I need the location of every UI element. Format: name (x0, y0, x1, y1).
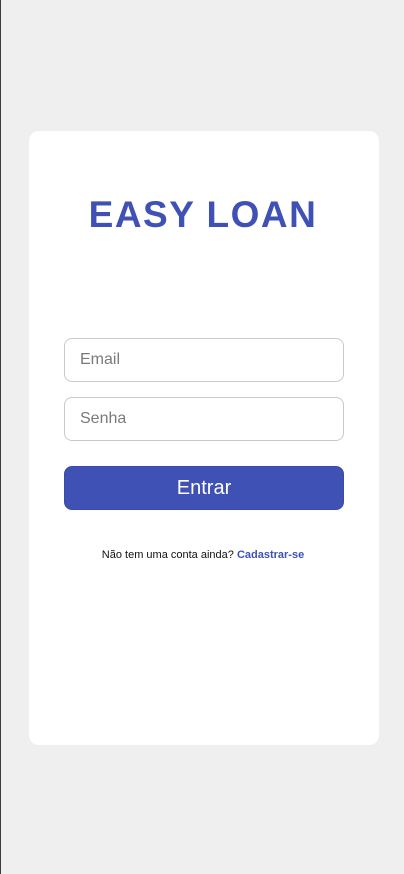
password-input[interactable] (64, 397, 344, 441)
login-button[interactable]: Entrar (64, 466, 344, 510)
page: EASY LOAN Entrar Não tem uma conta ainda… (0, 0, 404, 874)
signup-link[interactable]: Cadastrar-se (237, 549, 304, 561)
signup-prompt: Não tem uma conta ainda? Cadastrar-se (1, 548, 404, 562)
app-title: EASY LOAN (88, 194, 318, 235)
email-input[interactable] (64, 338, 344, 382)
signup-prompt-text: Não tem uma conta ainda? (101, 549, 234, 561)
